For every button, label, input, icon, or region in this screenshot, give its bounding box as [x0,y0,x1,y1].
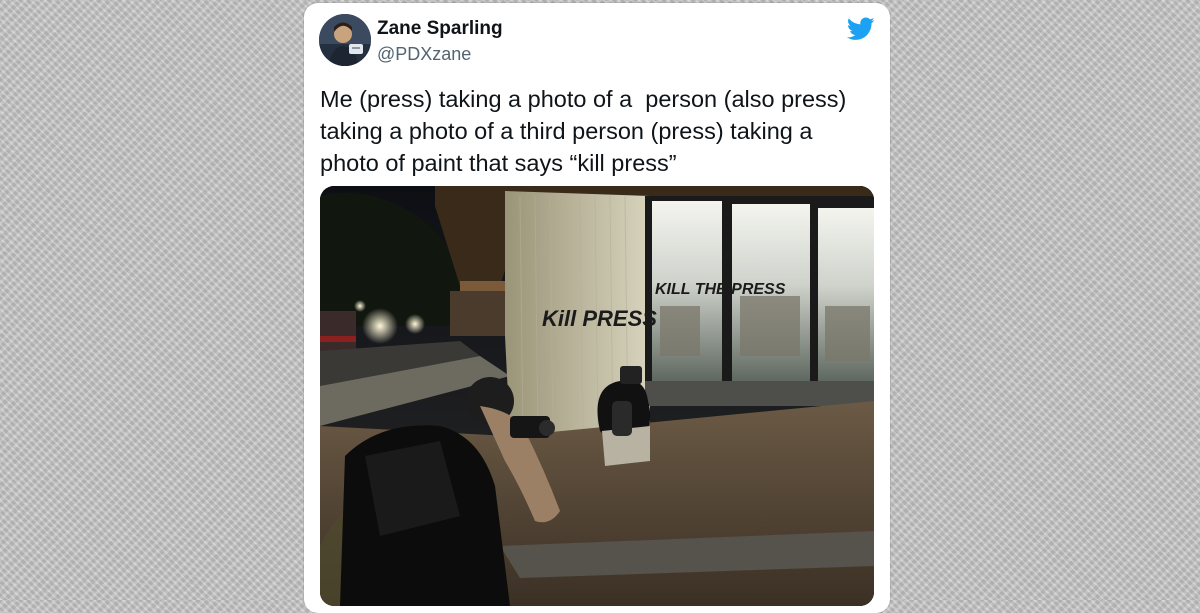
twitter-bird-icon[interactable] [847,17,875,41]
tweet-card[interactable]: Zane Sparling @PDXzane Me (press) taking… [304,3,890,613]
author-handle[interactable]: @PDXzane [377,44,471,65]
graffiti-wall-text: Kill PRESS [542,306,657,331]
photo-scene: Kill PRESS KILL THE PRESS [320,186,874,606]
avatar-image [319,14,371,66]
graffiti-window-text: KILL THE PRESS [655,281,786,298]
author-name[interactable]: Zane Sparling [377,18,503,40]
tweet-photo[interactable]: Kill PRESS KILL THE PRESS [320,186,874,606]
tweet-text: Me (press) taking a photo of a person (a… [320,86,853,176]
author-avatar[interactable] [319,14,371,66]
